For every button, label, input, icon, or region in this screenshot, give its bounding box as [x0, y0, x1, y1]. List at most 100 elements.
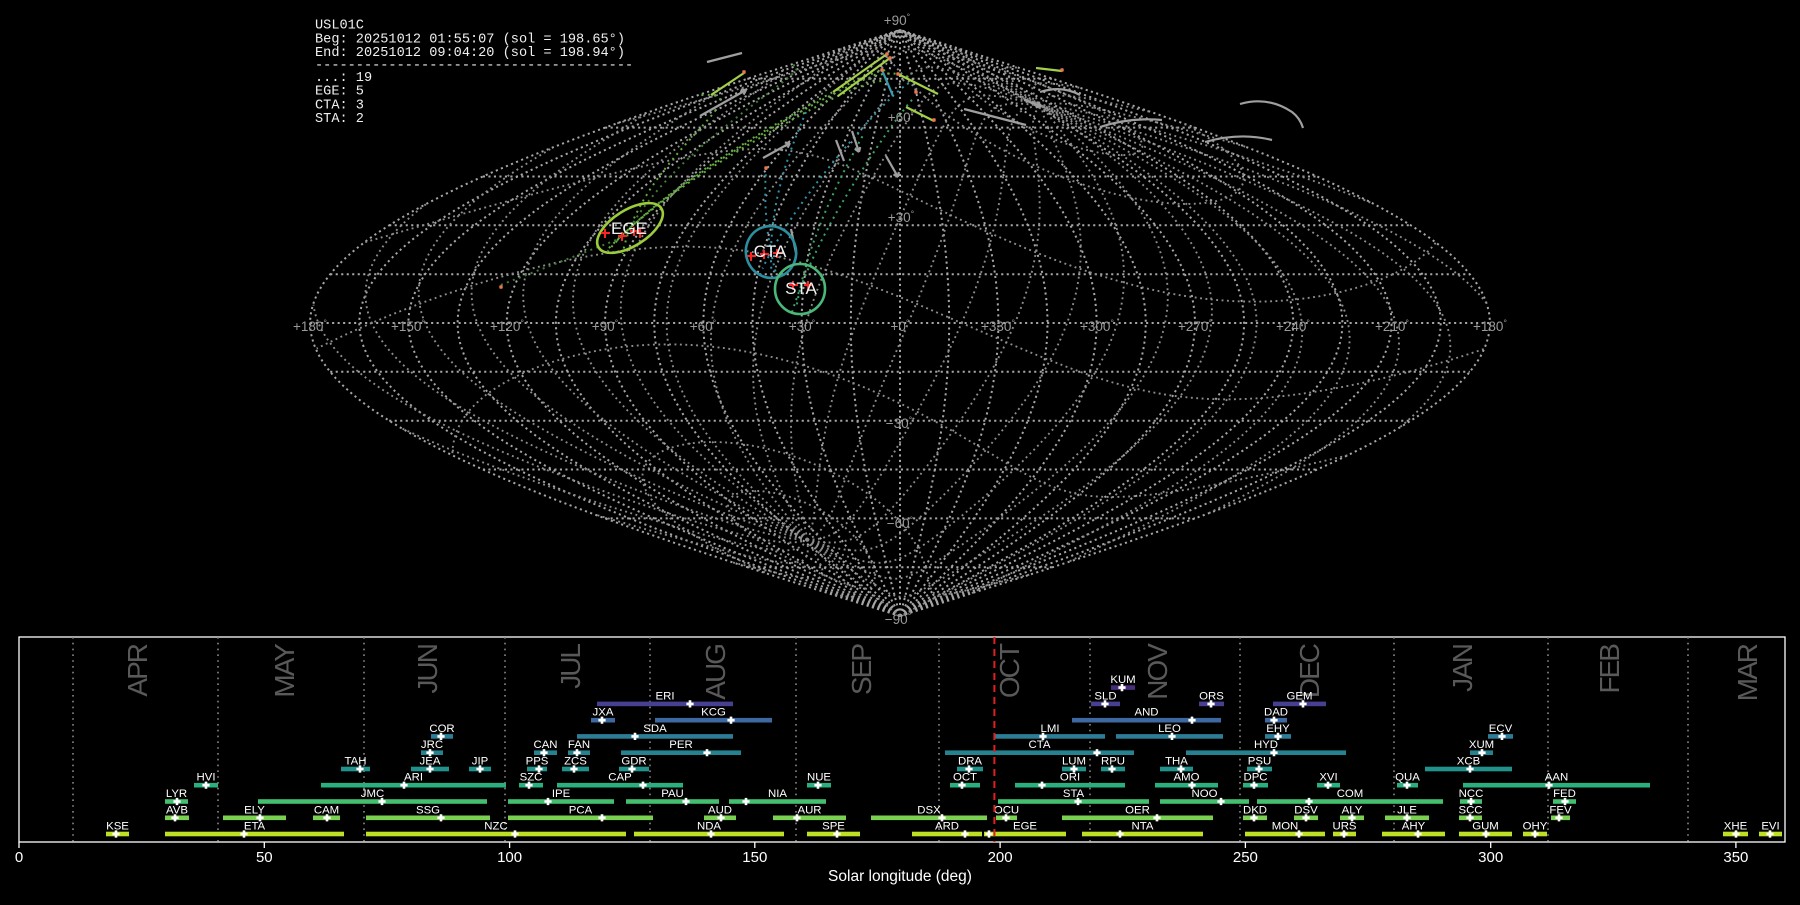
- svg-text:STA: STA: [1063, 788, 1085, 800]
- svg-text:ALY: ALY: [1342, 804, 1363, 816]
- svg-text:JLE: JLE: [1397, 804, 1417, 816]
- svg-text:STA: 2: STA: 2: [315, 112, 364, 127]
- svg-text:CAP: CAP: [608, 772, 631, 784]
- svg-text:EVI: EVI: [1761, 821, 1779, 833]
- svg-text:ZCS: ZCS: [564, 756, 587, 768]
- svg-text:ORS: ORS: [1199, 690, 1224, 702]
- svg-text:−60°: −60°: [887, 515, 914, 531]
- svg-text:ARI: ARI: [404, 772, 423, 784]
- svg-text:SZC: SZC: [520, 772, 543, 784]
- svg-text:JRC: JRC: [421, 739, 443, 751]
- svg-text:FEB: FEB: [1594, 644, 1625, 694]
- svg-text:OHY: OHY: [1523, 821, 1548, 833]
- svg-text:THA: THA: [1165, 756, 1188, 768]
- svg-text:IPE: IPE: [552, 788, 571, 800]
- svg-text:ELY: ELY: [244, 804, 265, 816]
- svg-text:EGE: EGE: [611, 219, 647, 238]
- svg-text:200: 200: [988, 849, 1013, 866]
- svg-text:+60°: +60°: [690, 318, 717, 334]
- svg-text:LEO: LEO: [1158, 723, 1181, 735]
- svg-text:+330°: +330°: [981, 318, 1015, 334]
- svg-text:CAN: CAN: [533, 739, 557, 751]
- svg-text:GEM: GEM: [1287, 690, 1313, 702]
- svg-text:FED: FED: [1553, 788, 1576, 800]
- svg-text:JIP: JIP: [472, 756, 488, 768]
- svg-text:ETA: ETA: [244, 821, 266, 833]
- svg-text:MAY: MAY: [269, 643, 300, 698]
- svg-text:+180°: +180°: [1473, 318, 1507, 334]
- svg-text:CAM: CAM: [314, 804, 339, 816]
- svg-text:AAN: AAN: [1545, 772, 1568, 784]
- svg-text:+60°: +60°: [888, 109, 915, 125]
- svg-text:STA: STA: [785, 279, 817, 298]
- svg-text:KSE: KSE: [106, 821, 129, 833]
- svg-text:150: 150: [742, 849, 767, 866]
- svg-text:DAD: DAD: [1264, 707, 1288, 719]
- svg-text:DPC: DPC: [1243, 772, 1267, 784]
- svg-text:+300°: +300°: [1080, 318, 1114, 334]
- svg-text:SLD: SLD: [1094, 690, 1116, 702]
- svg-text:JUN: JUN: [412, 645, 443, 693]
- svg-text:OCU: OCU: [994, 804, 1019, 816]
- svg-text:NOV: NOV: [1142, 643, 1173, 700]
- svg-text:JXA: JXA: [593, 707, 614, 719]
- svg-text:AHY: AHY: [1402, 821, 1426, 833]
- svg-text:AUD: AUD: [708, 804, 732, 816]
- svg-text:PPS: PPS: [526, 756, 549, 768]
- svg-text:HVI: HVI: [197, 772, 216, 784]
- svg-text:SSG: SSG: [416, 804, 440, 816]
- svg-text:+210°: +210°: [1375, 318, 1409, 334]
- svg-text:0: 0: [15, 849, 23, 866]
- svg-text:USL01C: USL01C: [315, 19, 364, 34]
- svg-text:NCC: NCC: [1459, 788, 1484, 800]
- svg-text:Beg: 20251012 01:55:07 (sol =: Beg: 20251012 01:55:07 (sol = 198.65°): [315, 32, 625, 47]
- svg-text:KCG: KCG: [701, 707, 726, 719]
- svg-text:+150°: +150°: [391, 318, 425, 334]
- svg-text:FEV: FEV: [1549, 804, 1572, 816]
- svg-text:Solar longitude (deg): Solar longitude (deg): [828, 868, 972, 885]
- svg-text:NDA: NDA: [697, 821, 721, 833]
- svg-text:+30°: +30°: [888, 209, 915, 225]
- svg-text:TAH: TAH: [345, 756, 367, 768]
- svg-text:PAU: PAU: [661, 788, 684, 800]
- svg-text:XVI: XVI: [1319, 772, 1337, 784]
- svg-text:CTA: CTA: [1029, 739, 1051, 751]
- svg-text:HYD: HYD: [1254, 739, 1278, 751]
- svg-text:AUG: AUG: [700, 645, 731, 700]
- svg-text:APR: APR: [122, 644, 153, 696]
- svg-text:LUM: LUM: [1062, 756, 1086, 768]
- svg-text:OER: OER: [1125, 804, 1150, 816]
- svg-text:SCC: SCC: [1458, 804, 1482, 816]
- svg-text:50: 50: [256, 849, 273, 866]
- svg-text:PCA: PCA: [569, 804, 593, 816]
- svg-text:+180°: +180°: [293, 318, 327, 334]
- svg-text:DSV: DSV: [1294, 804, 1318, 816]
- svg-text:OCT: OCT: [994, 643, 1025, 698]
- svg-text:−30°: −30°: [886, 415, 913, 431]
- svg-text:MAR: MAR: [1732, 644, 1763, 701]
- svg-text:AMO: AMO: [1174, 772, 1200, 784]
- svg-text:SEP: SEP: [846, 644, 877, 695]
- svg-text:ORI: ORI: [1060, 772, 1080, 784]
- svg-text:COR: COR: [429, 723, 454, 735]
- svg-text:NUE: NUE: [807, 772, 831, 784]
- svg-text:300: 300: [1478, 849, 1503, 866]
- svg-text:GDR: GDR: [621, 756, 646, 768]
- svg-text:SDA: SDA: [643, 723, 667, 735]
- svg-text:AND: AND: [1134, 707, 1158, 719]
- svg-text:250: 250: [1233, 849, 1258, 866]
- svg-text:ERI: ERI: [656, 690, 675, 702]
- svg-text:LYR: LYR: [166, 788, 187, 800]
- svg-text:XUM: XUM: [1469, 739, 1494, 751]
- svg-text:NIA: NIA: [768, 788, 787, 800]
- svg-text:MON: MON: [1272, 821, 1299, 833]
- svg-text:EGE: EGE: [1013, 821, 1037, 833]
- svg-text:+240°: +240°: [1276, 318, 1310, 334]
- svg-text:URS: URS: [1332, 821, 1356, 833]
- svg-text:GUM: GUM: [1472, 821, 1499, 833]
- svg-text:OCT: OCT: [953, 772, 977, 784]
- svg-text:KUM: KUM: [1110, 674, 1135, 686]
- svg-text:DRA: DRA: [958, 756, 982, 768]
- svg-text:EHY: EHY: [1266, 723, 1290, 735]
- svg-text:PSU: PSU: [1248, 756, 1271, 768]
